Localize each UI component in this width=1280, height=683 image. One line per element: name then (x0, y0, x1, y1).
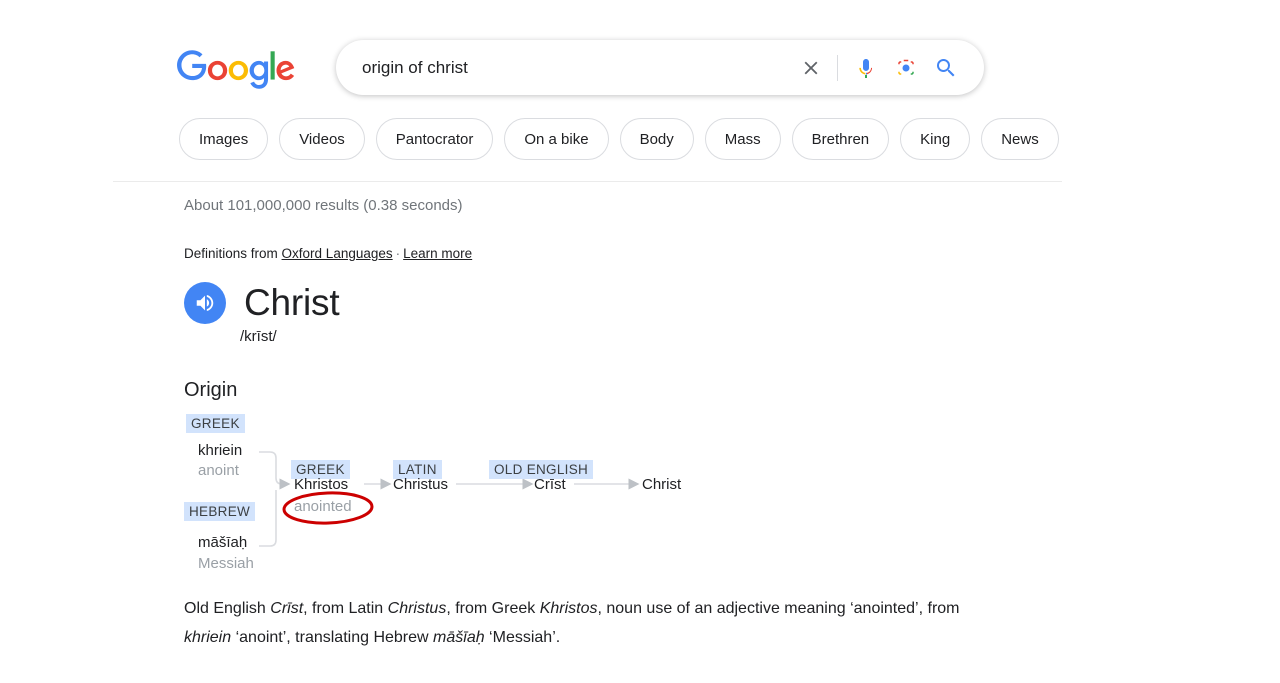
para-part-3: , from Greek (446, 600, 540, 617)
result-stats: About 101,000,000 results (0.38 seconds) (184, 197, 463, 214)
lens-search-button[interactable] (886, 48, 926, 88)
google-logo[interactable] (175, 50, 297, 90)
filter-chips: Images Videos Pantocrator On a bike Body… (179, 118, 1059, 160)
etymology-connectors (259, 451, 640, 547)
search-submit-button[interactable] (926, 48, 966, 88)
tree-gloss-anointed: anointed (294, 498, 352, 515)
search-input[interactable] (362, 57, 782, 78)
etymology-tree: GREEK khriein anoint HEBREW māšīaḥ Messi… (184, 414, 744, 584)
search-icon (937, 58, 955, 76)
chip-body[interactable]: Body (619, 118, 694, 160)
tree-word-christ: Christ (642, 476, 682, 493)
para-part-1: Old English (184, 600, 271, 617)
para-italic-christus: Christus (387, 600, 447, 617)
tree-gloss-anoint: anoint (198, 462, 239, 479)
learn-more-link[interactable]: Learn more (403, 246, 472, 261)
oxford-languages-link[interactable]: Oxford Languages (282, 246, 393, 261)
chip-mass[interactable]: Mass (704, 118, 781, 160)
tree-tag-greek-1: GREEK (186, 414, 245, 433)
chip-news[interactable]: News (981, 118, 1059, 160)
phonetic-transcription: /krīst/ (240, 328, 277, 345)
close-icon (804, 61, 818, 74)
chip-brethren[interactable]: Brethren (791, 118, 890, 160)
para-italic-masiah: māšīaḥ (433, 629, 485, 646)
etymology-paragraph: Old English Crīst, from Latin Christus, … (184, 594, 974, 652)
clear-search-button[interactable] (791, 48, 831, 88)
para-italic-khriein: khriein (184, 629, 232, 646)
microphone-icon (859, 58, 873, 78)
headword-row: Christ (184, 282, 340, 324)
chip-images[interactable]: Images (179, 118, 269, 160)
chip-on-a-bike[interactable]: On a bike (504, 118, 609, 160)
para-italic-crist: Crīst (270, 600, 304, 617)
definitions-attribution: Definitions from Oxford Languages · Learn … (184, 246, 472, 261)
tree-word-crist: Crīst (534, 476, 566, 493)
para-part-5: ‘anoint’, translating Hebrew (231, 629, 434, 646)
tree-word-khriein: khriein (198, 442, 243, 459)
para-italic-khristos: Khristos (539, 600, 598, 617)
tree-gloss-messiah: Messiah (198, 555, 254, 572)
para-part-2: , from Latin (303, 600, 388, 617)
chip-pantocrator[interactable]: Pantocrator (375, 118, 494, 160)
google-lens-icon (898, 59, 914, 75)
definitions-prefix: Definitions from (184, 246, 282, 261)
tree-word-masiah: māšīaḥ (198, 534, 248, 551)
voice-search-button[interactable] (846, 48, 886, 88)
search-header: Images Videos Pantocrator On a bike Body… (0, 0, 1280, 182)
header-divider (113, 181, 1062, 182)
headword: Christ (244, 282, 340, 323)
speaker-icon (196, 294, 214, 312)
search-actions (791, 40, 966, 95)
definitions-separator: · (395, 246, 401, 261)
pronounce-button[interactable] (184, 282, 226, 324)
chip-videos[interactable]: Videos (279, 118, 365, 160)
tree-word-christus: Christus (393, 476, 449, 493)
tree-tag-hebrew: HEBREW (184, 502, 256, 521)
para-part-4: , noun use of an adjective meaning ‘anoi… (597, 600, 960, 617)
origin-heading: Origin (184, 379, 238, 401)
chip-king[interactable]: King (900, 118, 971, 160)
search-bar[interactable] (336, 40, 984, 95)
para-part-6: ‘Messiah’. (484, 629, 561, 646)
search-divider (837, 54, 838, 81)
tree-word-khristos: Khristos (294, 476, 349, 493)
